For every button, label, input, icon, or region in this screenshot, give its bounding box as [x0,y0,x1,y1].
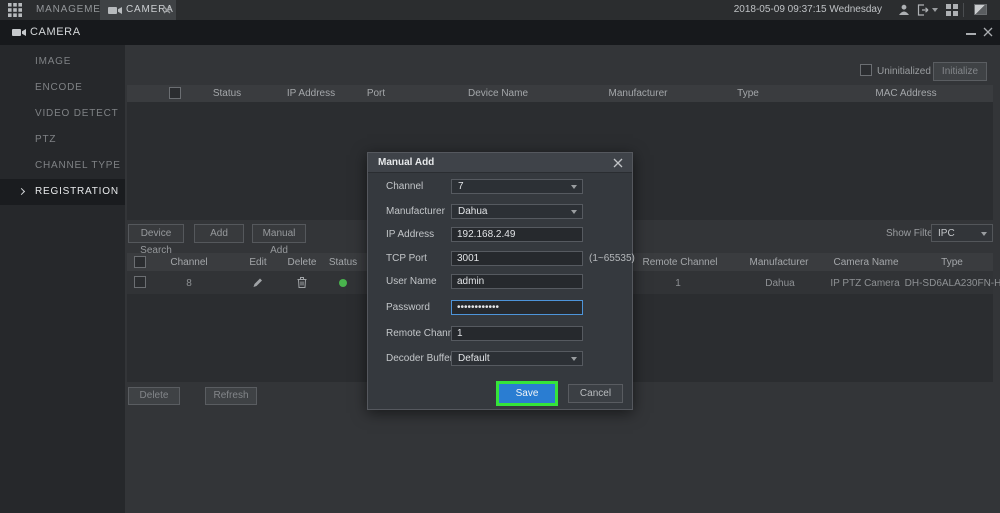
ip-address-field[interactable] [451,227,583,242]
password-label: Password [386,300,430,315]
column-header-ip-address: IP Address [287,88,335,99]
show-filter-value: IPC [938,225,955,242]
password-field[interactable] [451,300,583,315]
sidebar-item-encode[interactable]: ENCODE [0,75,125,101]
show-filter-label: Show Filter [886,228,936,239]
save-button[interactable]: Save [496,381,558,406]
cell-type: DH-SD6ALA230FN-HNI [905,278,1000,289]
sidebar-item-video-detect[interactable]: VIDEO DETECT [0,101,125,127]
added-select-all-checkbox[interactable] [134,256,146,268]
ip-address-label: IP Address [386,227,434,242]
discovered-select-all-checkbox[interactable] [169,87,181,99]
column-header-type2: Type [941,257,963,268]
column-header-edit: Edit [249,257,266,268]
column-header-camera-name: Camera Name [833,257,898,268]
logout-icon[interactable] [917,4,929,16]
discovered-table-header: Status IP Address Port Device Name Manuf… [127,85,993,102]
window-camera-icon [12,28,26,37]
chevron-down-icon [571,185,577,189]
chevron-down-icon [571,357,577,361]
dialog-close-icon[interactable] [613,158,623,168]
chevron-right-icon [18,188,25,195]
show-filter-select[interactable]: IPC [931,224,993,242]
minimize-icon[interactable] [966,33,976,35]
channel-select[interactable]: 7 [451,179,583,194]
apps-grid-icon[interactable] [8,3,22,17]
sidebar: IMAGE ENCODE VIDEO DETECT PTZ CHANNEL TY… [0,45,125,513]
cell-remote-channel: 1 [675,278,681,289]
sidebar-item-registration[interactable]: REGISTRATION [0,179,125,205]
column-header-manufacturer2: Manufacturer [750,257,809,268]
user-name-field[interactable] [451,274,583,289]
tab-camera[interactable]: CAMERA [100,0,176,20]
delete-button[interactable]: Delete [128,387,180,405]
camera-icon [108,6,122,15]
initialize-button[interactable]: Initialize [933,62,987,81]
refresh-button[interactable]: Refresh [205,387,257,405]
column-header-status: Status [213,88,241,99]
tcp-port-field[interactable] [451,251,583,266]
sidebar-item-channel-type[interactable]: CHANNEL TYPE [0,153,125,179]
manual-add-button[interactable]: Manual Add [252,224,306,243]
column-header-manufacturer: Manufacturer [609,88,668,99]
column-header-device-name: Device Name [468,88,528,99]
uninitialized-checkbox[interactable] [860,64,872,76]
manual-add-dialog: Manual Add Channel 7 Manufacturer Dahua … [367,152,633,410]
topbar-separator [963,3,964,17]
cell-manufacturer: Dahua [765,278,794,289]
delete-trash-icon[interactable] [297,277,307,288]
cancel-button[interactable]: Cancel [568,384,623,403]
cell-camera-name: IP PTZ Camera [830,278,899,289]
manufacturer-label: Manufacturer [386,204,445,219]
channel-grid-icon[interactable] [946,4,958,16]
display-icon[interactable] [974,4,987,15]
dialog-title: Manual Add [378,153,434,173]
uninitialized-label: Uninitialized [877,66,931,77]
channel-label: Channel [386,179,423,194]
logout-caret-icon[interactable] [932,8,938,12]
add-button[interactable]: Add [194,224,244,243]
row-checkbox[interactable] [134,276,146,288]
column-header-port: Port [367,88,385,99]
column-header-delete: Delete [288,257,317,268]
datetime: 2018-05-09 09:37:15 Wednesday [734,0,882,20]
window-titlebar: CAMERA [0,20,1000,45]
column-header-remote-channel: Remote Channel [642,257,717,268]
screen: MANAGEMENT CAMERA 2018-05-09 09:37:15 We… [0,0,1000,513]
decoder-buffer-label: Decoder Buffer [386,351,453,366]
chevron-down-icon [981,232,987,236]
sidebar-item-image[interactable]: IMAGE [0,49,125,75]
column-header-status2: Status [329,257,357,268]
decoder-buffer-select[interactable]: Default [451,351,583,366]
tcp-port-range-hint: (1~65535) [589,251,635,266]
sidebar-item-ptz[interactable]: PTZ [0,127,125,153]
tcp-port-label: TCP Port [386,251,427,266]
status-online-dot [339,279,347,287]
close-icon[interactable] [983,27,993,37]
manufacturer-select[interactable]: Dahua [451,204,583,219]
user-icon[interactable] [898,4,910,16]
remote-channel-field[interactable] [451,326,583,341]
window-title: CAMERA [30,20,81,45]
remote-channel-label: Remote Channel [386,326,461,341]
topbar: MANAGEMENT CAMERA 2018-05-09 09:37:15 We… [0,0,1000,20]
chevron-down-icon [571,210,577,214]
column-header-mac-address: MAC Address [875,88,936,99]
dialog-titlebar: Manual Add [368,153,632,173]
device-search-button[interactable]: Device Search [128,224,184,243]
cell-channel: 8 [186,278,192,289]
edit-pencil-icon[interactable] [253,277,264,288]
tab-close-icon[interactable] [163,6,171,14]
user-name-label: User Name [386,274,437,289]
column-header-type: Type [737,88,759,99]
column-header-channel: Channel [170,257,207,268]
